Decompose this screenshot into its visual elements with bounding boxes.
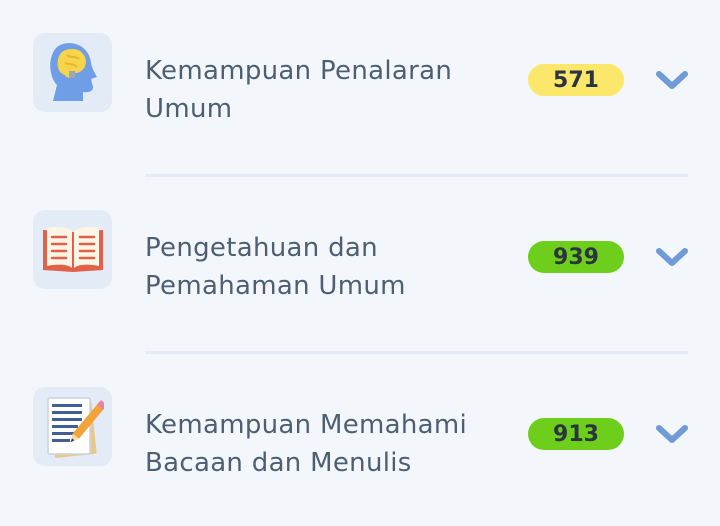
chevron-down-icon[interactable] [656,70,688,92]
subtest-label-line2: Pemahaman Umum [145,271,406,301]
subtest-label-line1: Kemampuan Memahami [145,410,468,440]
subtest-label-line1: Kemampuan Penalaran [145,56,453,86]
subtest-label: Pengetahuan dan Pemahaman Umum [145,229,495,305]
subtest-row-pengetahuan-umum[interactable]: Pengetahuan dan Pemahaman Umum 939 [0,177,720,317]
subtest-score-list: Kemampuan Penalaran Umum 571 Pengetahuan… [0,0,720,526]
chevron-down-icon[interactable] [656,424,688,446]
subtest-row-penalaran-umum[interactable]: Kemampuan Penalaran Umum 571 [0,0,720,140]
subtest-label: Kemampuan Memahami Bacaan dan Menulis [145,406,495,482]
subtest-label-line2: Umum [145,94,233,124]
subtest-label-line2: Bacaan dan Menulis [145,448,412,478]
brain-head-icon [33,33,112,112]
score-badge: 571 [528,64,624,96]
subtest-label: Kemampuan Penalaran Umum [145,52,495,128]
subtest-row-memahami-bacaan[interactable]: Kemampuan Memahami Bacaan dan Menulis 91… [0,354,720,494]
score-badge: 913 [528,418,624,450]
score-badge: 939 [528,241,624,273]
document-pencil-icon [33,387,112,466]
open-book-icon [33,210,112,289]
subtest-label-line1: Pengetahuan dan [145,233,378,263]
chevron-down-icon[interactable] [656,247,688,269]
